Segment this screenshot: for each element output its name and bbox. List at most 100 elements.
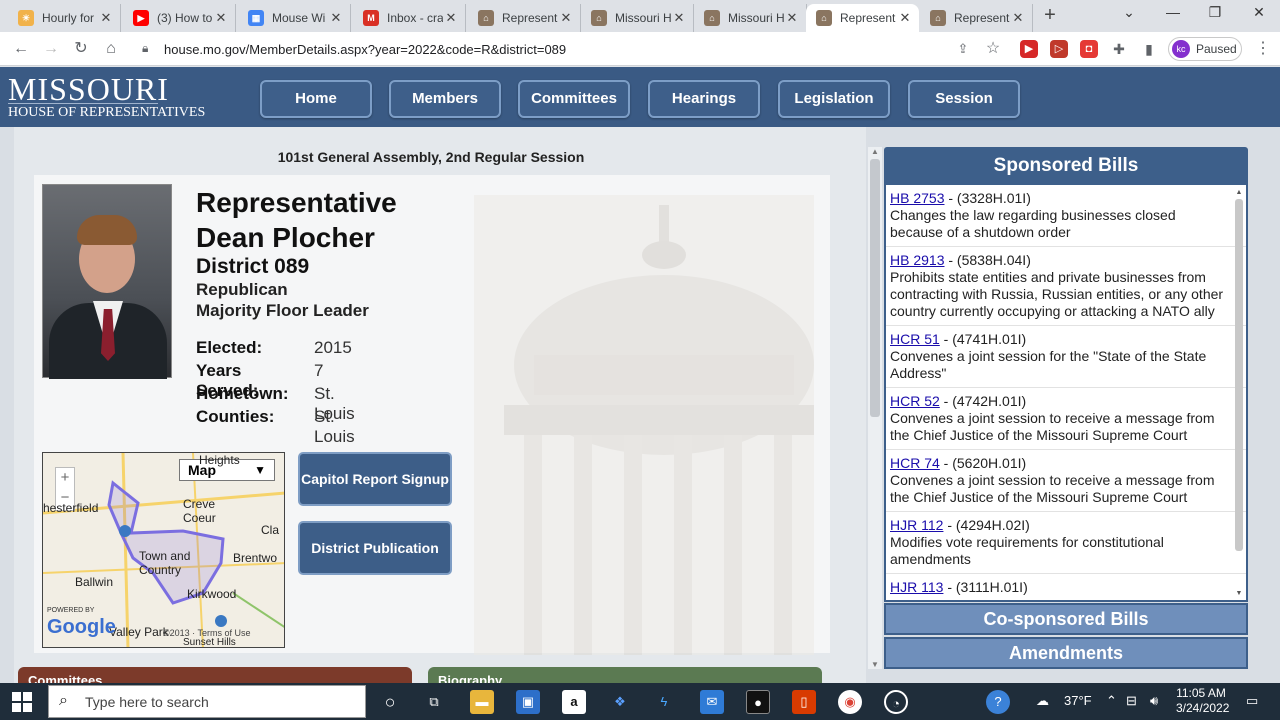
browser-tab[interactable]: M Inbox - cra ✕: [353, 4, 466, 32]
bill-link[interactable]: HCR 52: [890, 393, 940, 409]
browser-tab[interactable]: ☀ Hourly for ✕: [8, 4, 121, 32]
tab-favicon-icon: ▦: [248, 10, 264, 26]
tab-close-icon[interactable]: ✕: [897, 10, 913, 26]
browser-tab[interactable]: ⌂ Represent ✕: [468, 4, 581, 32]
clock-time: 11:05 AM: [1176, 686, 1226, 700]
page-scrollbar[interactable]: ▲ ▼: [868, 147, 882, 669]
fact-value: St. Louis: [314, 407, 355, 446]
tab-close-icon[interactable]: ✕: [671, 10, 687, 26]
browser-tab[interactable]: ⌂ Represent ✕: [806, 4, 919, 32]
system-clock[interactable]: 11:05 AM 3/24/2022: [1176, 686, 1229, 716]
forward-arrow-icon[interactable]: →: [40, 38, 62, 60]
capitol-watermark-image: [474, 195, 814, 655]
office-icon[interactable]: ▯: [792, 690, 816, 714]
minimize-button[interactable]: —: [1158, 4, 1188, 26]
new-tab-button[interactable]: +: [1040, 5, 1060, 26]
map-terms-link[interactable]: ©2013 · Terms of Use: [163, 628, 251, 638]
capitol-report-signup-button[interactable]: Capitol Report Signup: [298, 452, 452, 506]
nav-legislation[interactable]: Legislation: [778, 80, 890, 118]
nav-hearings[interactable]: Hearings: [648, 80, 760, 118]
cortana-icon[interactable]: ○: [378, 690, 402, 714]
close-window-button[interactable]: ✕: [1244, 4, 1274, 26]
scroll-up-arrow-icon[interactable]: ▲: [868, 147, 882, 156]
app-icon[interactable]: ϟ: [652, 690, 676, 714]
task-view-icon[interactable]: ⧉: [422, 690, 446, 714]
amazon-icon[interactable]: a: [562, 690, 586, 714]
chrome-icon[interactable]: ◉: [838, 690, 862, 714]
google-logo[interactable]: Google: [47, 616, 116, 639]
tab-close-icon[interactable]: ✕: [98, 10, 114, 26]
bill-link[interactable]: HB 2913: [890, 252, 944, 268]
mail-icon[interactable]: ✉: [700, 690, 724, 714]
back-arrow-icon[interactable]: ←: [10, 38, 32, 60]
address-bar[interactable]: 🔒︎ house.mo.gov/MemberDetails.aspx?year=…: [132, 36, 942, 62]
browser-menu-icon[interactable]: ⋮: [1252, 38, 1274, 60]
bill-link[interactable]: HCR 74: [890, 455, 940, 471]
tab-close-icon[interactable]: ✕: [784, 10, 800, 26]
notifications-icon[interactable]: ▭: [1246, 693, 1258, 709]
bill-link[interactable]: HB 2753: [890, 190, 944, 206]
bookmark-star-icon[interactable]: ☆: [982, 38, 1004, 60]
temperature[interactable]: 37°F: [1064, 693, 1092, 708]
browser-tab[interactable]: ▦ Mouse Wi ✕: [238, 4, 351, 32]
tab-search-icon[interactable]: ⌄: [1114, 4, 1144, 26]
bill-link[interactable]: HJR 113: [890, 579, 943, 595]
bill-link[interactable]: HJR 112: [890, 517, 943, 533]
nav-home[interactable]: Home: [260, 80, 372, 118]
bills-scrollbar-thumb[interactable]: [1235, 199, 1243, 551]
extension-icon-2[interactable]: ▷: [1050, 40, 1068, 58]
scroll-up-arrow-icon[interactable]: ▲: [1234, 189, 1244, 196]
nav-committees[interactable]: Committees: [518, 80, 630, 118]
taskbar-search-placeholder: Type here to search: [85, 694, 209, 710]
extension-icon-1[interactable]: ▶: [1020, 40, 1038, 58]
home-icon[interactable]: ⌂: [100, 38, 122, 60]
share-icon[interactable]: ⇪: [952, 38, 974, 60]
browser-tab[interactable]: ⌂ Represent ✕: [920, 4, 1033, 32]
tab-close-icon[interactable]: ✕: [558, 10, 574, 26]
tab-label: Inbox - cra: [387, 11, 443, 25]
nav-session[interactable]: Session: [908, 80, 1020, 118]
file-explorer-icon[interactable]: ▬: [470, 690, 494, 714]
volume-icon[interactable]: 🔊︎: [1150, 693, 1158, 709]
browser-tab[interactable]: ▶ (3) How to ✕: [123, 4, 236, 32]
browser-tab[interactable]: ⌂ Missouri H ✕: [581, 4, 694, 32]
recorder-icon[interactable]: ◔: [884, 690, 908, 714]
district-map[interactable]: + − Map ▼ Heights hesterfield Creve Coeu…: [42, 452, 285, 648]
side-panel-icon[interactable]: ▮: [1140, 40, 1158, 58]
profile-chip[interactable]: kc Paused: [1168, 37, 1242, 61]
obs-icon[interactable]: ●: [746, 690, 770, 714]
bill-link[interactable]: HCR 51: [890, 331, 940, 347]
browser-tab[interactable]: ⌂ Missouri H ✕: [694, 4, 807, 32]
zoom-in-button[interactable]: +: [56, 468, 74, 488]
district-publication-button[interactable]: District Publication: [298, 521, 452, 575]
taskbar-search-input[interactable]: ⌕ Type here to search: [48, 685, 366, 718]
tab-close-icon[interactable]: ✕: [213, 10, 229, 26]
bills-scrollbar[interactable]: ▲ ▼: [1234, 189, 1244, 597]
help-icon[interactable]: ?: [986, 690, 1010, 714]
cosponsored-bills-header[interactable]: Co-sponsored Bills: [884, 603, 1248, 635]
dropbox-icon[interactable]: ❖: [608, 690, 632, 714]
nav-members[interactable]: Members: [389, 80, 501, 118]
tab-close-icon[interactable]: ✕: [1010, 10, 1026, 26]
committees-section-header[interactable]: Committees: [18, 667, 412, 683]
biography-section-header[interactable]: Biography: [428, 667, 822, 683]
bill-description: Prohibits state entities and private bus…: [890, 269, 1224, 319]
network-icon[interactable]: ⊟: [1126, 693, 1137, 709]
amendments-header[interactable]: Amendments: [884, 637, 1248, 669]
weather-cloud-icon[interactable]: ☁: [1036, 693, 1049, 709]
store-icon[interactable]: ▣: [516, 690, 540, 714]
tray-expand-icon[interactable]: ⌃: [1106, 693, 1117, 709]
extension-icon-3[interactable]: ◘: [1080, 40, 1098, 58]
site-logo-subtitle[interactable]: HOUSE OF REPRESENTATIVES: [8, 105, 205, 121]
reload-icon[interactable]: ↻: [70, 38, 92, 60]
scroll-down-arrow-icon[interactable]: ▼: [1234, 590, 1244, 597]
windows-start-icon[interactable]: [12, 692, 32, 712]
bill-code: - (4741H.01I): [939, 331, 1027, 347]
tab-close-icon[interactable]: ✕: [443, 10, 459, 26]
tab-close-icon[interactable]: ✕: [328, 10, 344, 26]
maximize-button[interactable]: ❐: [1200, 4, 1230, 26]
page-scrollbar-thumb[interactable]: [870, 159, 880, 417]
scroll-down-arrow-icon[interactable]: ▼: [868, 660, 882, 669]
sponsored-bills-header[interactable]: Sponsored Bills: [884, 147, 1248, 185]
puzzle-extensions-icon[interactable]: ✚: [1110, 40, 1128, 58]
